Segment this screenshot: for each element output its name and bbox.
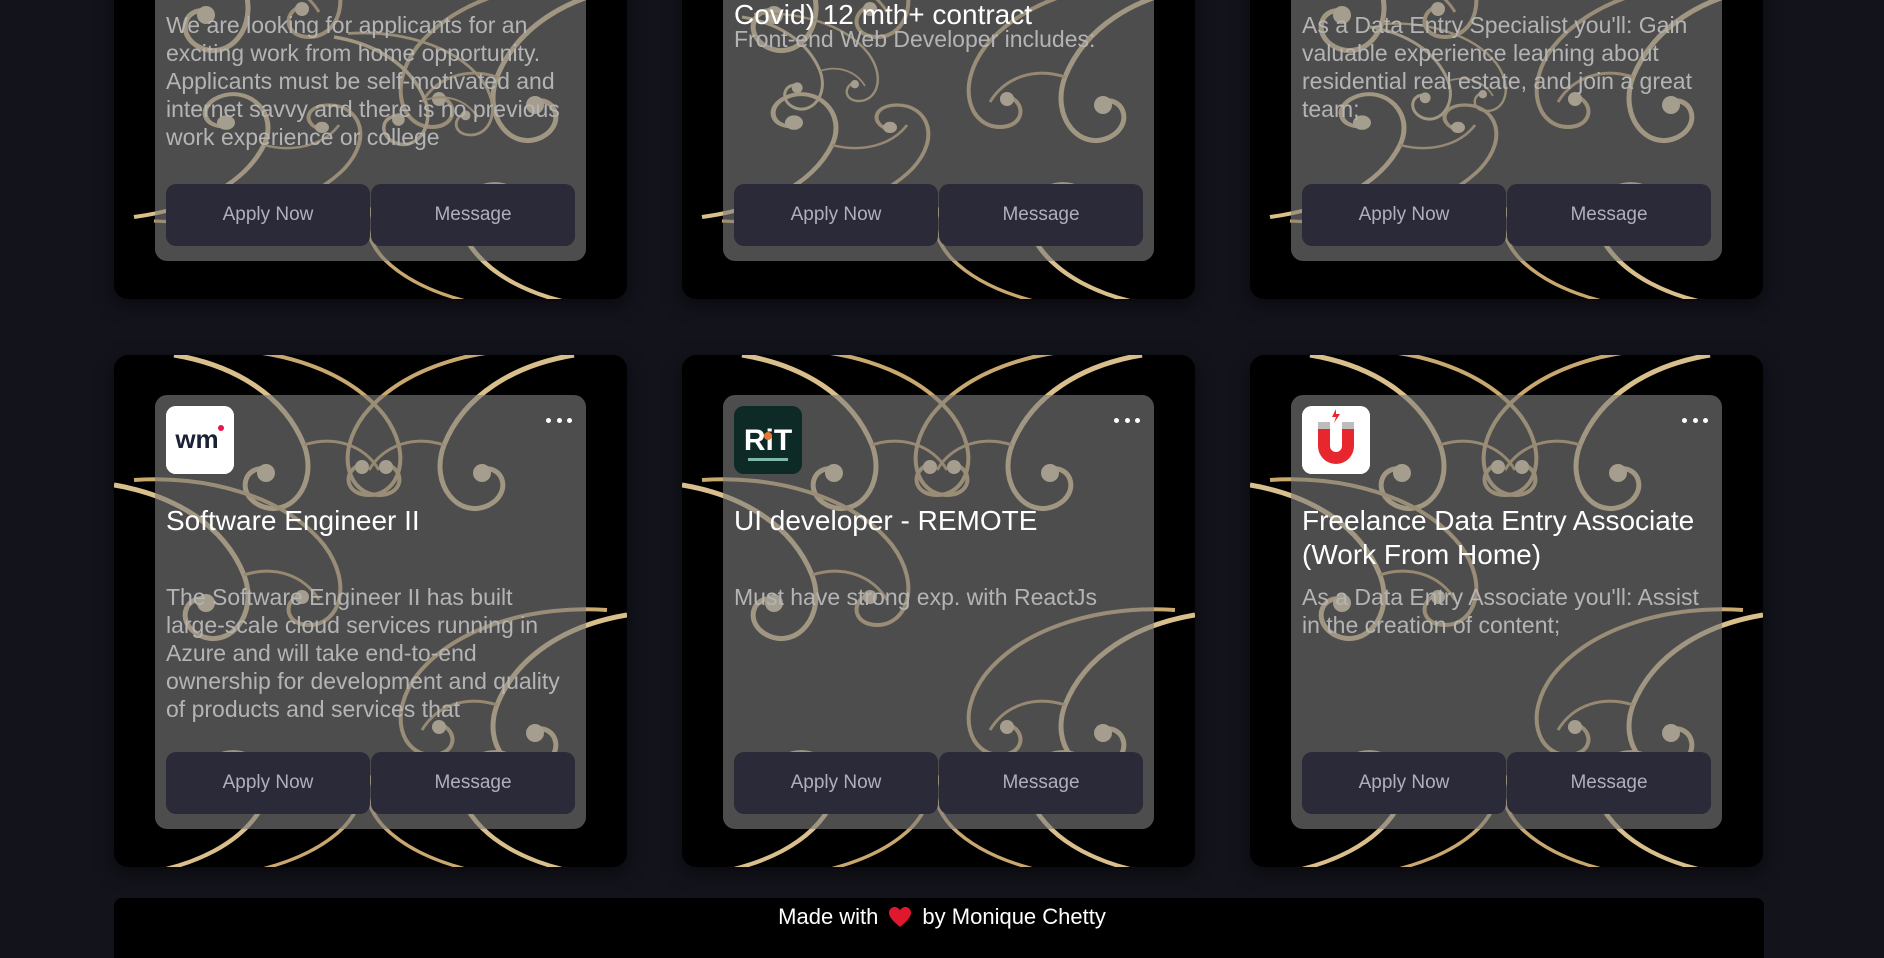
job-description: The Software Engineer II has built large… [166,584,560,722]
more-options-icon[interactable] [1114,413,1140,427]
apply-now-button[interactable]: Apply Now [1302,752,1506,814]
card-panel: wm Software Engineer II The Software Eng… [155,395,586,829]
footer-prefix: Made with [778,904,879,929]
job-card: wm Software Engineer II The Software Eng… [114,355,627,867]
job-card: As a Data Entry Specialist you'll: Gain … [1250,0,1763,299]
footer-credit: Made with by Monique Chetty [0,904,1884,930]
job-card: Covid) 12 mth+ contract Front-end Web De… [682,0,1195,299]
company-logo [1302,406,1370,474]
card-panel: Covid) 12 mth+ contract Front-end Web De… [723,0,1154,261]
card-panel: We are looking for applicants for an exc… [155,0,586,261]
company-logo: wm [166,406,234,474]
card-panel: As a Data Entry Specialist you'll: Gain … [1291,0,1722,261]
job-title: UI developer - REMOTE [734,505,1038,536]
job-card: We are looking for applicants for an exc… [114,0,627,299]
more-options-icon[interactable] [546,413,572,427]
company-logo: RiT [734,406,802,474]
footer-suffix: by Monique Chetty [922,904,1106,929]
job-description: As a Data Entry Associate you'll: Assist… [1302,584,1699,638]
magnet-logo-icon [1302,406,1370,474]
more-options-icon[interactable] [1682,413,1708,427]
job-title: Freelance Data Entry Associate (Work Fro… [1302,505,1695,570]
job-description: We are looking for applicants for an exc… [166,12,560,150]
apply-now-button[interactable]: Apply Now [734,184,938,246]
message-button[interactable]: Message [371,184,575,246]
message-button[interactable]: Message [939,752,1143,814]
job-description: Must have strong exp. with ReactJs [734,584,1098,610]
heart-icon [889,907,912,927]
message-button[interactable]: Message [371,752,575,814]
job-description: As a Data Entry Specialist you'll: Gain … [1302,12,1692,122]
job-description: Front-end Web Developer includes: [734,26,1096,52]
card-panel: Freelance Data Entry Associate (Work Fro… [1291,395,1722,829]
job-card: Freelance Data Entry Associate (Work Fro… [1250,355,1763,867]
message-button[interactable]: Message [1507,752,1711,814]
job-card: RiT UI developer - REMOTE Must have stro… [682,355,1195,867]
svg-text:wm: wm [174,424,218,454]
job-title: Software Engineer II [166,505,420,536]
svg-text:RiT: RiT [744,424,792,457]
apply-now-button[interactable]: Apply Now [166,184,370,246]
rit-logo-icon: RiT [734,406,802,474]
wm-logo-icon: wm [166,406,234,474]
apply-now-button[interactable]: Apply Now [1302,184,1506,246]
apply-now-button[interactable]: Apply Now [166,752,370,814]
apply-now-button[interactable]: Apply Now [734,752,938,814]
message-button[interactable]: Message [939,184,1143,246]
card-panel: RiT UI developer - REMOTE Must have stro… [723,395,1154,829]
message-button[interactable]: Message [1507,184,1711,246]
